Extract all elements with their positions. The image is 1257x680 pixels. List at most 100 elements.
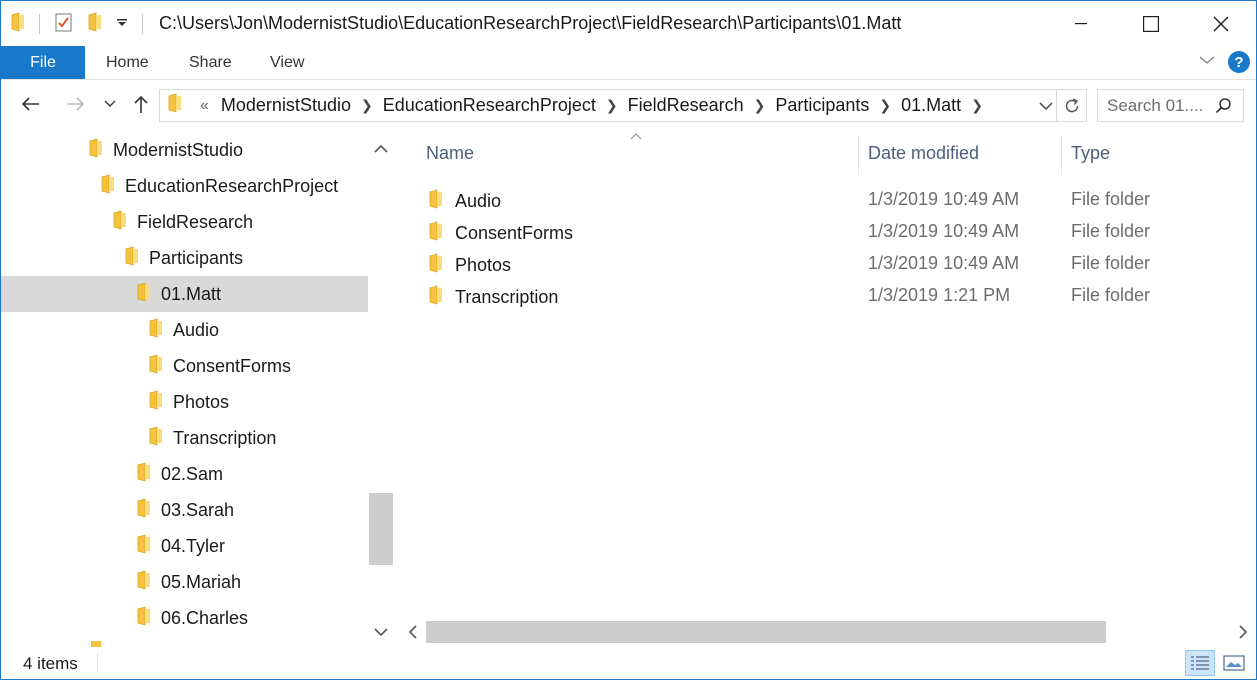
maximize-icon bbox=[1143, 15, 1159, 32]
column-header-date-modified[interactable]: Date modified bbox=[868, 129, 979, 177]
column-divider[interactable] bbox=[1061, 135, 1062, 175]
tree-item[interactable]: 06.Charles bbox=[1, 600, 368, 636]
tree-item[interactable]: Photos bbox=[1, 384, 368, 420]
tab-view[interactable]: View bbox=[270, 46, 304, 79]
search-icon[interactable] bbox=[1215, 97, 1233, 120]
tree-item[interactable]: Transcription bbox=[1, 420, 368, 456]
recent-locations-button[interactable] bbox=[97, 91, 123, 117]
tree-item[interactable]: FieldResearch bbox=[1, 204, 368, 240]
file-row[interactable]: Transcription 1/3/2019 1:21 PM File folder bbox=[399, 280, 1256, 312]
breadcrumb: « ModernistStudio ❯ EducationResearchPro… bbox=[190, 95, 989, 116]
scroll-up-button[interactable] bbox=[368, 135, 394, 161]
breadcrumb-overflow[interactable]: « bbox=[190, 97, 217, 115]
status-separator bbox=[97, 653, 98, 673]
scroll-right-button[interactable] bbox=[1230, 619, 1256, 645]
maximize-button[interactable] bbox=[1116, 1, 1186, 46]
chevron-right-icon[interactable]: ❯ bbox=[600, 97, 624, 114]
horizontal-scrollbar[interactable] bbox=[399, 619, 1256, 645]
folder-icon bbox=[11, 11, 25, 37]
scroll-left-button[interactable] bbox=[399, 619, 425, 645]
tree-item-label: FieldResearch bbox=[137, 211, 254, 232]
close-icon bbox=[1213, 16, 1229, 31]
toolbar-separator bbox=[142, 14, 143, 34]
chevron-right-icon[interactable]: ❯ bbox=[965, 97, 989, 114]
folder-icon bbox=[149, 353, 163, 379]
file-row[interactable]: ConsentForms 1/3/2019 10:49 AM File folder bbox=[399, 216, 1256, 248]
folder-icon bbox=[429, 189, 443, 214]
scrollbar-thumb[interactable] bbox=[426, 621, 1106, 643]
folder-icon bbox=[125, 245, 139, 271]
forward-arrow-icon bbox=[67, 97, 85, 111]
tree-item-label: 03.Sarah bbox=[161, 499, 235, 520]
folder-icon bbox=[429, 221, 443, 246]
chevron-right-icon[interactable]: ❯ bbox=[355, 97, 379, 114]
tree-item[interactable]: ConsentForms bbox=[1, 348, 368, 384]
tree-item-label: 02.Sam bbox=[161, 463, 224, 484]
minimize-button[interactable] bbox=[1046, 1, 1116, 46]
scrollbar-thumb[interactable] bbox=[369, 493, 393, 565]
tree-item[interactable]: ModernistStudio bbox=[1, 132, 368, 168]
file-name: ConsentForms bbox=[455, 223, 574, 243]
column-divider[interactable] bbox=[858, 135, 859, 175]
search-input[interactable] bbox=[1107, 95, 1217, 116]
address-history-button[interactable] bbox=[1036, 96, 1056, 116]
navigation-scrollbar[interactable] bbox=[368, 129, 394, 647]
tree-item[interactable]: 05.Mariah bbox=[1, 564, 368, 600]
folder-icon bbox=[149, 389, 163, 415]
tree-item-label: 01.Matt bbox=[161, 283, 222, 304]
properties-icon[interactable] bbox=[54, 11, 74, 38]
file-name: Audio bbox=[455, 191, 502, 211]
back-button[interactable] bbox=[17, 91, 43, 117]
tree-item-label: 06.Charles bbox=[161, 607, 249, 628]
address-bar[interactable]: « ModernistStudio ❯ EducationResearchPro… bbox=[159, 89, 1087, 122]
breadcrumb-item[interactable]: 01.Matt bbox=[897, 95, 965, 116]
tree-item[interactable]: 02.Sam bbox=[1, 456, 368, 492]
customize-toolbar-icon[interactable] bbox=[116, 15, 128, 33]
forward-button[interactable] bbox=[63, 91, 89, 117]
scroll-down-button[interactable] bbox=[368, 619, 394, 645]
folder-icon bbox=[429, 253, 443, 278]
refresh-button[interactable] bbox=[1056, 90, 1086, 121]
tree-item[interactable]: 04.Tyler bbox=[1, 528, 368, 564]
file-type: File folder bbox=[1071, 285, 1151, 305]
breadcrumb-item[interactable]: ModernistStudio bbox=[217, 95, 355, 116]
tab-home[interactable]: Home bbox=[106, 46, 149, 79]
tree-item[interactable]: Participants bbox=[1, 240, 368, 276]
column-header-name[interactable]: Name bbox=[426, 129, 474, 177]
window-title: C:\Users\Jon\ModernistStudio\EducationRe… bbox=[159, 13, 902, 33]
file-row[interactable]: Audio 1/3/2019 10:49 AM File folder bbox=[399, 184, 1256, 216]
folder-icon bbox=[101, 173, 115, 199]
details-view-button[interactable] bbox=[1185, 650, 1215, 676]
folder-icon bbox=[137, 569, 151, 595]
tree-item[interactable]: 03.Sarah bbox=[1, 492, 368, 528]
tree-item-label: ConsentForms bbox=[173, 355, 292, 376]
close-button[interactable] bbox=[1186, 1, 1256, 46]
help-icon[interactable]: ? bbox=[1228, 51, 1250, 73]
tree-item[interactable]: 01.Matt bbox=[1, 276, 368, 312]
breadcrumb-item[interactable]: Participants bbox=[771, 95, 873, 116]
expand-ribbon-icon[interactable] bbox=[1198, 53, 1216, 71]
new-folder-icon[interactable] bbox=[88, 11, 102, 37]
file-name-cell: Transcription bbox=[429, 285, 558, 310]
tab-file[interactable]: File bbox=[1, 46, 85, 79]
chevron-down-icon bbox=[104, 100, 116, 107]
tree-item-label: Audio bbox=[173, 319, 220, 340]
up-button[interactable] bbox=[128, 91, 154, 117]
navigation-pane: ModernistStudio EducationResearchProject F… bbox=[1, 129, 394, 647]
file-row[interactable]: Photos 1/3/2019 10:49 AM File folder bbox=[399, 248, 1256, 280]
folder-icon bbox=[429, 285, 443, 310]
tab-share[interactable]: Share bbox=[189, 46, 232, 79]
breadcrumb-item[interactable]: FieldResearch bbox=[624, 95, 748, 116]
chevron-left-icon bbox=[408, 625, 417, 639]
folder-icon bbox=[168, 93, 182, 118]
column-header-type[interactable]: Type bbox=[1071, 129, 1110, 177]
chevron-right-icon[interactable]: ❯ bbox=[748, 97, 772, 114]
chevron-right-icon[interactable]: ❯ bbox=[873, 97, 897, 114]
search-box[interactable] bbox=[1097, 89, 1244, 122]
tree-item[interactable]: Audio bbox=[1, 312, 368, 348]
tree-item-label: 05.Mariah bbox=[161, 571, 242, 592]
file-type: File folder bbox=[1071, 189, 1151, 209]
large-icons-view-button[interactable] bbox=[1219, 650, 1249, 676]
breadcrumb-item[interactable]: EducationResearchProject bbox=[379, 95, 600, 116]
tree-item[interactable]: EducationResearchProject bbox=[1, 168, 368, 204]
